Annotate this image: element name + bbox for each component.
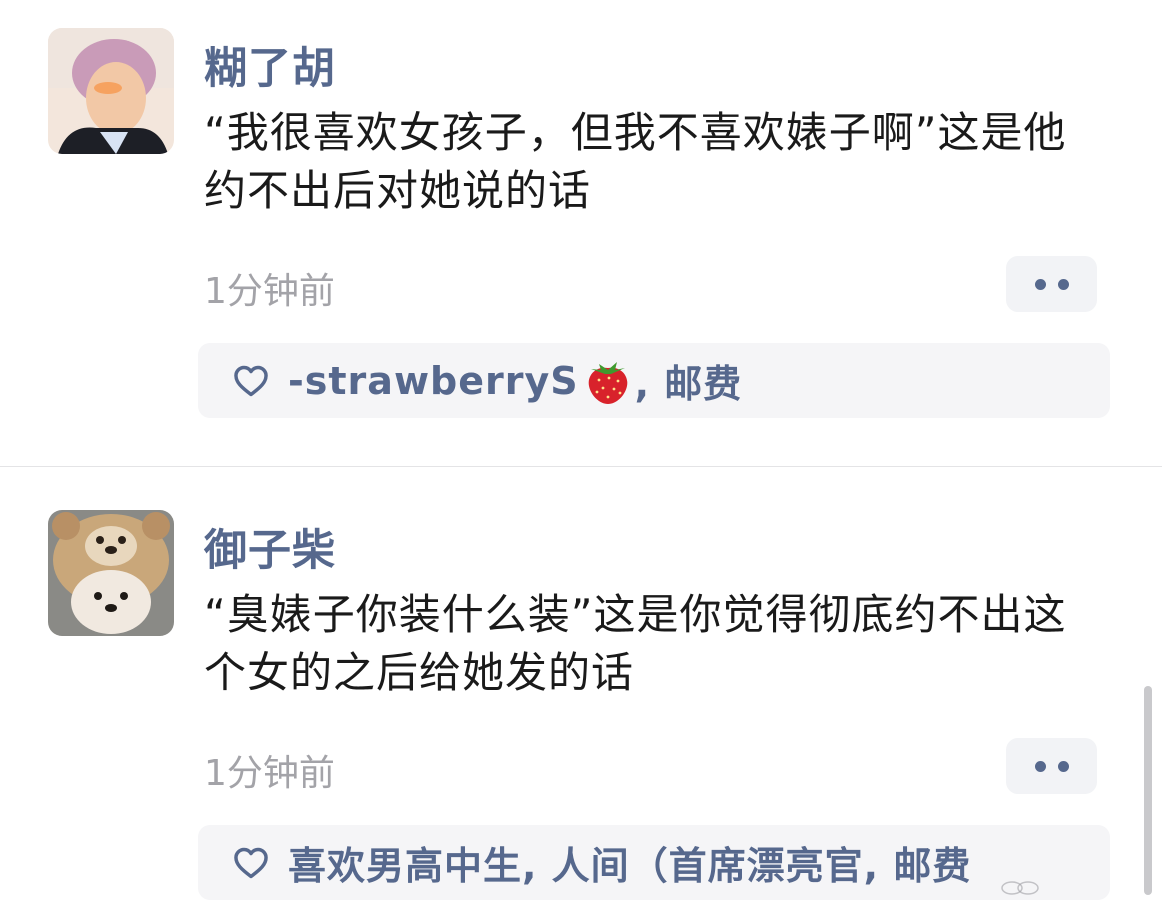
dot-icon <box>1057 278 1069 290</box>
avatar[interactable] <box>48 28 174 154</box>
dot-icon <box>1034 278 1046 290</box>
more-options-button[interactable] <box>1006 738 1097 794</box>
liker-names[interactable]: 喜欢男高中生, 人间（首席漂亮官, 邮费 <box>288 835 971 890</box>
comment-item: 糊了胡 “我很喜欢女孩子，但我不喜欢婊子啊”这是他约不出后对她说的话 1分钟前 … <box>0 0 1162 466</box>
username[interactable]: 糊了胡 <box>204 34 336 96</box>
comment-item: 御子柴 “臭婊子你装什么装”这是你觉得彻底约不出这个女的之后给她发的话 1分钟前… <box>0 467 1162 900</box>
timestamp: 1分钟前 <box>204 271 335 312</box>
heart-icon[interactable] <box>232 362 270 400</box>
strawberry-icon <box>588 361 627 404</box>
watermark <box>1000 878 1160 896</box>
username[interactable]: 御子柴 <box>204 516 336 578</box>
comment-text: “臭婊子你装什么装”这是你觉得彻底约不出这个女的之后给她发的话 <box>204 590 1067 697</box>
scrollbar[interactable] <box>1144 686 1152 895</box>
avatar[interactable] <box>48 510 174 636</box>
liker-name[interactable]: -strawberryS <box>288 359 579 403</box>
timestamp: 1分钟前 <box>204 753 335 794</box>
dot-icon <box>1034 760 1046 772</box>
comment-text: “我很喜欢女孩子，但我不喜欢婊子啊”这是他约不出后对她说的话 <box>204 108 1067 215</box>
dot-icon <box>1057 760 1069 772</box>
more-options-button[interactable] <box>1006 256 1097 312</box>
heart-icon[interactable] <box>232 844 270 882</box>
likes-bar[interactable]: -strawberryS , 邮费 <box>198 343 1110 418</box>
likes-bar[interactable]: 喜欢男高中生, 人间（首席漂亮官, 邮费 <box>198 825 1110 900</box>
liker-name[interactable]: , 邮费 <box>635 353 743 408</box>
